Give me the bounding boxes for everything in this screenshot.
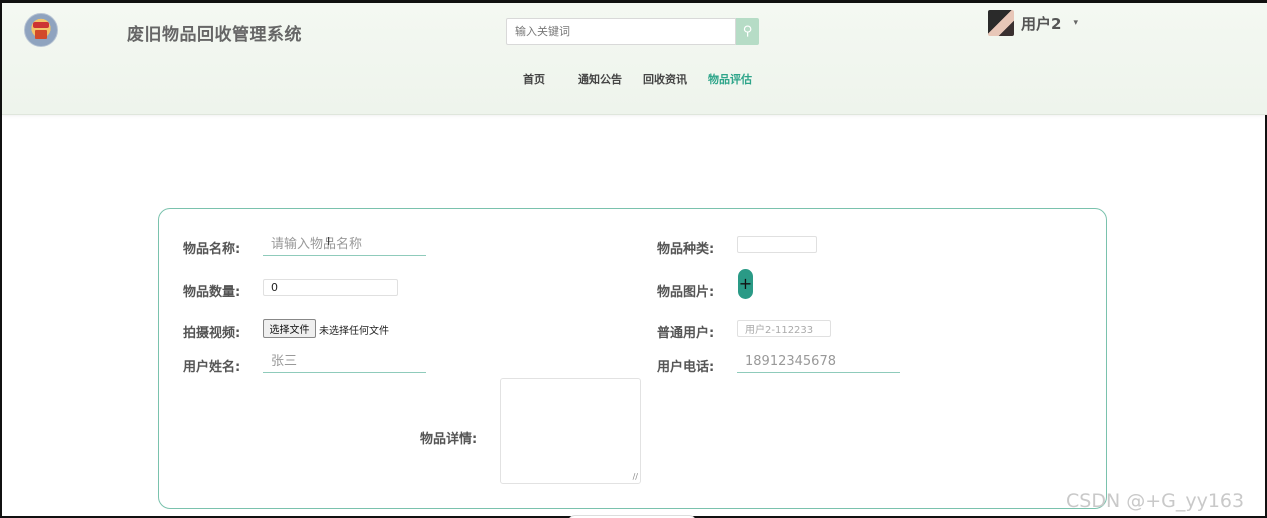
avatar[interactable] <box>988 10 1014 36</box>
user-phone-label: 用户电话: <box>657 360 715 375</box>
upload-image-button[interactable]: + <box>738 269 753 299</box>
nav-item-evaluation[interactable]: 物品评估 <box>708 71 752 87</box>
choose-file-button[interactable]: 选择文件 <box>263 319 316 338</box>
item-image-label: 物品图片: <box>657 285 715 300</box>
user-fullname-label: 用户姓名: <box>183 360 241 375</box>
user-fullname-input[interactable] <box>263 351 426 373</box>
search-input[interactable] <box>506 18 736 45</box>
main-nav: 首页 通知公告 回收资讯 物品评估 <box>2 71 1267 87</box>
item-quantity-input[interactable] <box>263 279 398 296</box>
caret-down-icon[interactable]: ▾ <box>1073 18 1078 28</box>
item-type-input[interactable] <box>737 236 817 253</box>
item-type-label: 物品种类: <box>657 242 715 257</box>
video-label: 拍摄视频: <box>183 326 241 341</box>
top-header: 废旧物品回收管理系统 ⚲ 用户2 ▾ 首页 通知公告 回收资讯 物品评估 <box>2 3 1267 115</box>
item-name-input[interactable] <box>263 234 426 256</box>
search-button[interactable]: ⚲ <box>736 18 759 45</box>
site-title[interactable]: 废旧物品回收管理系统 <box>127 20 302 45</box>
nav-notice[interactable]: 通知公告 <box>578 71 622 87</box>
resize-grip-icon[interactable]: ∕∕ <box>633 472 638 481</box>
item-detail-label: 物品详情: <box>420 432 478 447</box>
item-quantity-label: 物品数量: <box>183 285 241 300</box>
item-name-label: 物品名称: <box>183 242 241 257</box>
user-menu[interactable]: 用户2 ▾ <box>988 9 1078 37</box>
normal-user-field[interactable] <box>737 320 831 337</box>
plus-icon: + <box>738 274 753 293</box>
normal-user-label: 普通用户: <box>657 326 715 341</box>
nav-recycle-news[interactable]: 回收资讯 <box>643 71 687 87</box>
logo-base <box>35 30 47 39</box>
logo-roof <box>33 22 49 28</box>
user-phone-input[interactable] <box>737 351 900 373</box>
user-name[interactable]: 用户2 <box>1021 13 1061 34</box>
text-cursor-icon: I <box>327 235 331 248</box>
item-detail-textarea[interactable]: ∕∕ <box>500 378 641 484</box>
nav-home[interactable]: 首页 <box>523 71 545 87</box>
watermark: CSDN @+G_yy163 <box>1066 490 1245 512</box>
file-status-text: 未选择任何文件 <box>319 326 389 337</box>
site-logo[interactable] <box>24 13 58 47</box>
search-icon: ⚲ <box>742 24 753 39</box>
